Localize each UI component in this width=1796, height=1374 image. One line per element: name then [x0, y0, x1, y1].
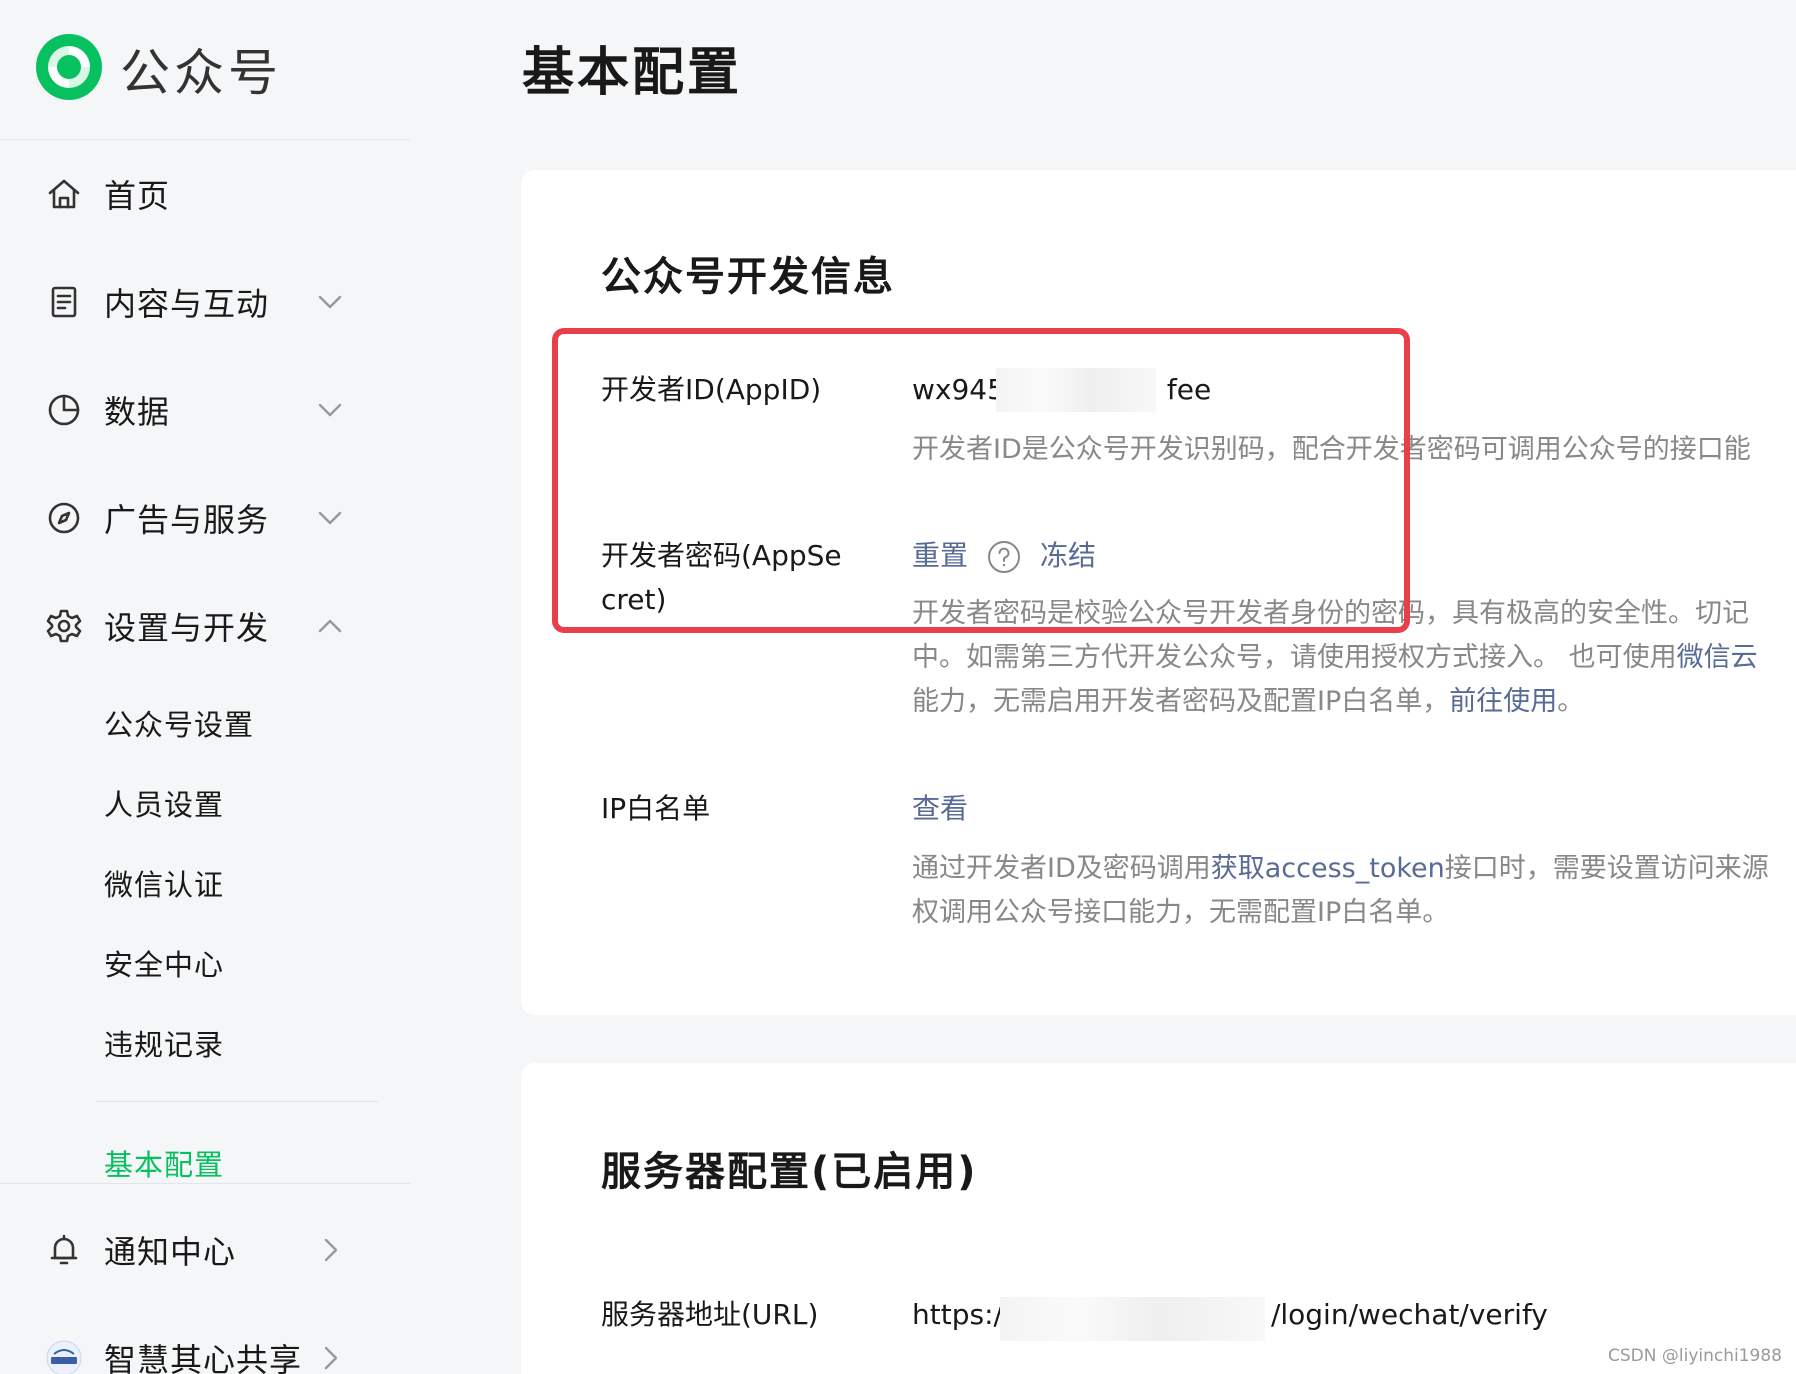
- home-icon: [44, 174, 84, 214]
- server-url-label: 服务器地址(URL): [601, 1298, 819, 1331]
- appid-description: 开发者ID是公众号开发识别码，配合开发者密码可调用公众号的接口能: [912, 434, 1751, 465]
- sidebar-subitem-wechat-verification[interactable]: 微信认证: [104, 862, 224, 904]
- compass-icon: [44, 498, 84, 538]
- sidebar-subitem-violation-records[interactable]: 违规记录: [104, 1022, 224, 1064]
- sidebar-item-settings-dev[interactable]: 设置与开发: [0, 596, 410, 656]
- chevron-down-icon: [314, 286, 346, 318]
- freeze-secret-link[interactable]: 冻结: [1040, 539, 1096, 572]
- sidebar-divider: [0, 1183, 410, 1184]
- wechat-official-account-logo-icon: [34, 32, 104, 106]
- sidebar-subitem-staff-settings[interactable]: 人员设置: [104, 782, 224, 824]
- sidebar-item-home[interactable]: 首页: [0, 164, 410, 224]
- appsecret-description-line2-text: 中。如需第三方代开发公众号，请使用授权方式接入。 也可使用: [912, 642, 1677, 673]
- gear-icon: [44, 606, 84, 646]
- appsecret-label: 开发者密码(AppSecret): [601, 539, 842, 616]
- server-url-prefix: https:/: [912, 1298, 1003, 1331]
- appsecret-actions: 重置 冻结: [912, 534, 1096, 578]
- view-ip-whitelist-link[interactable]: 查看: [912, 792, 968, 825]
- ip-whitelist-description-line1: 通过开发者ID及密码调用获取access_token接口时，需要设置访问来源: [912, 847, 1769, 891]
- server-url-suffix: /login/wechat/verify: [1270, 1298, 1548, 1331]
- chevron-down-icon: [314, 394, 346, 426]
- chevron-up-icon: [314, 610, 346, 642]
- server-url-redaction-mask: [1000, 1297, 1265, 1341]
- sidebar-item-label: 通知中心: [104, 1233, 237, 1271]
- ip-whitelist-description-line2: 权调用公众号接口能力，无需配置IP白名单。: [912, 897, 1450, 928]
- wechat-cloud-link[interactable]: 微信云: [1677, 642, 1758, 673]
- ip-whitelist-label: IP白名单: [601, 792, 711, 825]
- appsecret-description-line3: 能力，无需启用开发者密码及配置IP白名单，前往使用。: [912, 680, 1584, 724]
- sidebar-item-label: 广告与服务: [104, 501, 270, 539]
- sidebar-item-label: 首页: [104, 177, 171, 215]
- appid-label: 开发者ID(AppID): [601, 373, 822, 406]
- sidebar-subitem-security-center[interactable]: 安全中心: [104, 942, 224, 984]
- question-circle-icon[interactable]: [986, 539, 1022, 575]
- sidebar-item-account-switcher[interactable]: 智慧其心共享: [0, 1328, 410, 1374]
- appsecret-description-line2: 中。如需第三方代开发公众号，请使用授权方式接入。 也可使用微信云: [912, 636, 1758, 680]
- dev-info-card: 公众号开发信息 开发者ID(AppID) wx945 fee 开发者ID是公众号开…: [521, 170, 1796, 1015]
- sidebar-divider: [0, 139, 410, 140]
- avatar: [44, 1338, 84, 1374]
- appsecret-description-line1: 开发者密码是校验公众号开发者身份的密码，具有极高的安全性。切记: [912, 598, 1749, 629]
- brand-logo[interactable]: 公众号: [34, 34, 282, 104]
- appid-redaction-mask: [996, 368, 1156, 412]
- bell-icon: [44, 1230, 84, 1270]
- appid-value-suffix: fee: [1166, 373, 1212, 406]
- server-config-card: 服务器配置(已启用) 服务器地址(URL) https:/ /login/wech…: [521, 1063, 1796, 1374]
- ip-whitelist-description-line1-end: 接口时，需要设置访问来源: [1444, 853, 1769, 884]
- sidebar-item-content-interaction[interactable]: 内容与互动: [0, 272, 410, 332]
- sidebar-subitem-basic-config[interactable]: 基本配置: [104, 1142, 224, 1184]
- chevron-right-icon: [314, 1342, 346, 1374]
- appid-value-prefix: wx945: [912, 373, 1005, 406]
- ip-whitelist-actions: 查看: [912, 787, 968, 831]
- sidebar-sub-divider: [96, 1101, 378, 1102]
- document-icon: [44, 282, 84, 322]
- access-token-link[interactable]: 获取access_token: [1211, 853, 1445, 884]
- sidebar-subitem-account-settings[interactable]: 公众号设置: [104, 702, 254, 744]
- sidebar-item-label: 设置与开发: [104, 609, 270, 647]
- sidebar-item-label: 内容与互动: [104, 285, 270, 323]
- page-title: 基本配置: [522, 43, 743, 103]
- sidebar-item-label: 智慧其心共享: [104, 1341, 303, 1374]
- appsecret-description-line3-end: 。: [1557, 686, 1585, 717]
- chevron-right-icon: [314, 1234, 346, 1266]
- ip-whitelist-description-line1-text: 通过开发者ID及密码调用: [912, 853, 1211, 884]
- server-config-title: 服务器配置(已启用): [601, 1149, 978, 1195]
- chevron-down-icon: [314, 502, 346, 534]
- sidebar-item-ads-services[interactable]: 广告与服务: [0, 488, 410, 548]
- app-root: 公众号 首页 内容与互动 数据 广告与服务 设置与开发 公众号设置 人员设置 微…: [0, 0, 1796, 1374]
- dev-info-title: 公众号开发信息: [601, 254, 895, 300]
- pie-chart-icon: [44, 390, 84, 430]
- appsecret-description-line3-text: 能力，无需启用开发者密码及配置IP白名单，: [912, 686, 1450, 717]
- watermark: CSDN @liyinchi1988: [1608, 1346, 1782, 1366]
- go-use-link[interactable]: 前往使用: [1449, 686, 1557, 717]
- sidebar-item-label: 数据: [104, 393, 171, 431]
- sidebar-item-data[interactable]: 数据: [0, 380, 410, 440]
- sidebar: 公众号 首页 内容与互动 数据 广告与服务 设置与开发 公众号设置 人员设置 微…: [0, 0, 410, 1374]
- sidebar-item-notification-center[interactable]: 通知中心: [0, 1220, 410, 1280]
- brand-name: 公众号: [120, 44, 282, 102]
- reset-secret-link[interactable]: 重置: [912, 539, 968, 572]
